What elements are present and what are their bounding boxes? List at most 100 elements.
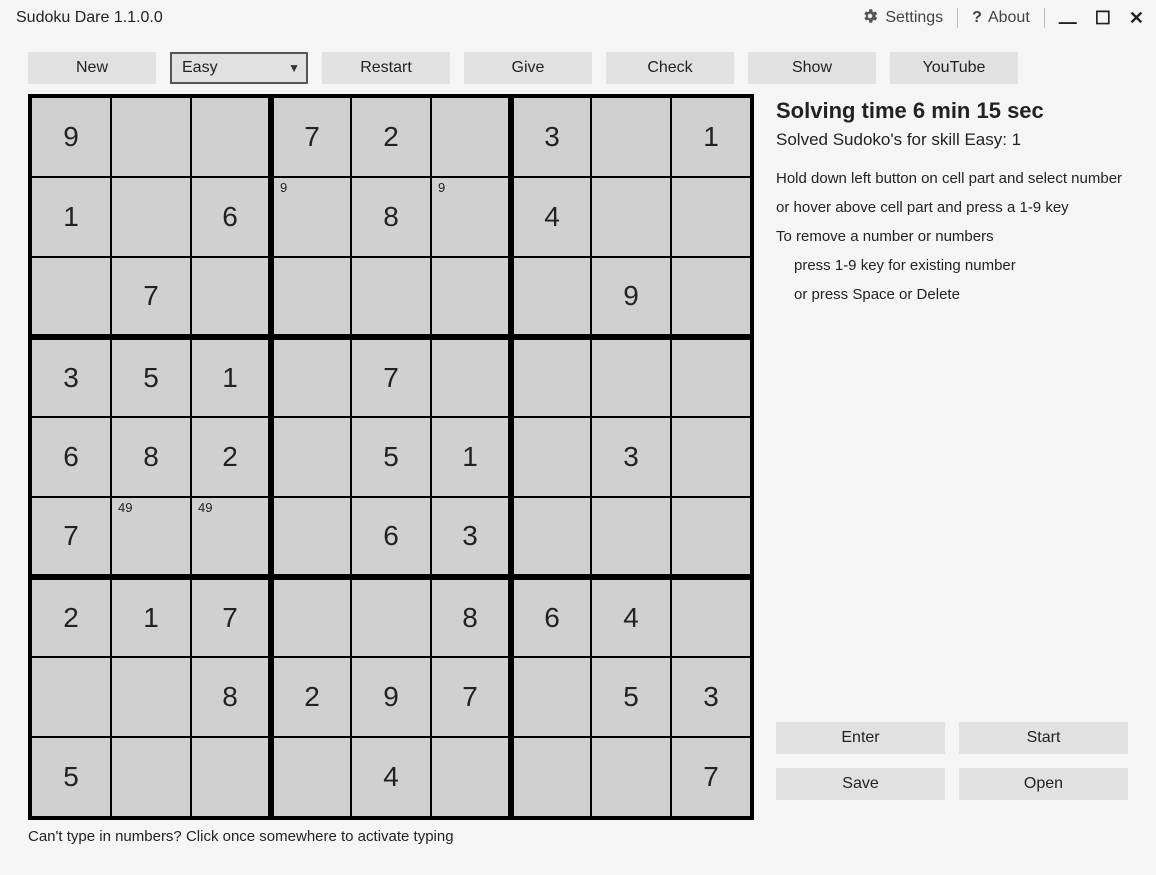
sudoku-cell[interactable]: [351, 257, 431, 337]
sudoku-cell[interactable]: 9: [591, 257, 671, 337]
sudoku-cell[interactable]: [271, 337, 351, 417]
sudoku-cell[interactable]: [671, 577, 751, 657]
maximize-icon[interactable]: ☐: [1095, 8, 1111, 29]
sudoku-cell[interactable]: [671, 417, 751, 497]
sudoku-cell[interactable]: 7: [31, 497, 111, 577]
sudoku-cell[interactable]: [431, 97, 511, 177]
sudoku-cell[interactable]: 7: [271, 97, 351, 177]
check-button[interactable]: Check: [606, 52, 734, 84]
sudoku-cell[interactable]: [111, 737, 191, 817]
sudoku-cell[interactable]: [511, 417, 591, 497]
difficulty-combo[interactable]: Easy ▼: [170, 52, 308, 84]
sudoku-cell[interactable]: 9: [271, 177, 351, 257]
sudoku-cell[interactable]: [431, 257, 511, 337]
action-buttons: Enter Start Save Open: [776, 722, 1128, 820]
sudoku-cell[interactable]: [511, 657, 591, 737]
sudoku-cell[interactable]: 5: [111, 337, 191, 417]
sudoku-cell[interactable]: [511, 337, 591, 417]
sudoku-cell[interactable]: 9: [31, 97, 111, 177]
sudoku-cell[interactable]: [111, 177, 191, 257]
sudoku-cell[interactable]: 6: [31, 417, 111, 497]
sudoku-cell[interactable]: 7: [111, 257, 191, 337]
sudoku-cell[interactable]: 3: [431, 497, 511, 577]
sudoku-cell[interactable]: [431, 337, 511, 417]
sudoku-cell[interactable]: 8: [351, 177, 431, 257]
sudoku-cell[interactable]: [31, 257, 111, 337]
sudoku-cell[interactable]: 5: [351, 417, 431, 497]
sudoku-cell[interactable]: [591, 337, 671, 417]
sudoku-cell[interactable]: [271, 497, 351, 577]
sudoku-cell[interactable]: 3: [511, 97, 591, 177]
sudoku-cell[interactable]: 3: [591, 417, 671, 497]
sudoku-cell[interactable]: [111, 657, 191, 737]
sudoku-cell[interactable]: 6: [511, 577, 591, 657]
sudoku-cell[interactable]: [271, 577, 351, 657]
sudoku-cell[interactable]: 49: [111, 497, 191, 577]
sudoku-cell[interactable]: 4: [591, 577, 671, 657]
sudoku-cell[interactable]: [271, 417, 351, 497]
sudoku-cell[interactable]: 4: [511, 177, 591, 257]
sudoku-cell[interactable]: 3: [31, 337, 111, 417]
sudoku-cell[interactable]: 8: [431, 577, 511, 657]
start-button[interactable]: Start: [959, 722, 1128, 754]
sudoku-cell[interactable]: [591, 497, 671, 577]
sudoku-cell[interactable]: 1: [31, 177, 111, 257]
sudoku-cell[interactable]: [191, 737, 271, 817]
sudoku-cell[interactable]: 6: [351, 497, 431, 577]
close-icon[interactable]: ✕: [1129, 8, 1144, 29]
sudoku-cell[interactable]: 1: [191, 337, 271, 417]
sudoku-cell[interactable]: 2: [31, 577, 111, 657]
sudoku-cell[interactable]: [671, 257, 751, 337]
sudoku-cell[interactable]: [591, 97, 671, 177]
sudoku-cell[interactable]: [671, 177, 751, 257]
open-button[interactable]: Open: [959, 768, 1128, 800]
solving-time: Solving time 6 min 15 sec: [776, 98, 1128, 124]
sudoku-cell[interactable]: [191, 97, 271, 177]
minimize-icon[interactable]: —: [1059, 12, 1077, 33]
sudoku-cell[interactable]: 3: [671, 657, 751, 737]
sudoku-cell[interactable]: [271, 257, 351, 337]
sudoku-cell[interactable]: [671, 497, 751, 577]
sudoku-cell[interactable]: [511, 497, 591, 577]
sudoku-cell[interactable]: 9: [351, 657, 431, 737]
sudoku-cell[interactable]: [511, 737, 591, 817]
give-button[interactable]: Give: [464, 52, 592, 84]
sudoku-cell[interactable]: 4: [351, 737, 431, 817]
new-button[interactable]: New: [28, 52, 156, 84]
youtube-button[interactable]: YouTube: [890, 52, 1018, 84]
sudoku-cell[interactable]: [31, 657, 111, 737]
sudoku-cell[interactable]: [271, 737, 351, 817]
save-button[interactable]: Save: [776, 768, 945, 800]
sudoku-cell[interactable]: 2: [191, 417, 271, 497]
sudoku-cell[interactable]: [591, 737, 671, 817]
sudoku-cell[interactable]: 7: [671, 737, 751, 817]
sudoku-cell[interactable]: 1: [431, 417, 511, 497]
enter-button[interactable]: Enter: [776, 722, 945, 754]
sudoku-cell[interactable]: [671, 337, 751, 417]
sudoku-cell[interactable]: 8: [191, 657, 271, 737]
sudoku-cell[interactable]: 49: [191, 497, 271, 577]
sudoku-cell[interactable]: 7: [351, 337, 431, 417]
sudoku-cell[interactable]: [111, 97, 191, 177]
restart-button[interactable]: Restart: [322, 52, 450, 84]
sudoku-cell[interactable]: 1: [111, 577, 191, 657]
sudoku-cell[interactable]: 5: [31, 737, 111, 817]
sudoku-cell[interactable]: 7: [431, 657, 511, 737]
sudoku-cell[interactable]: 1: [671, 97, 751, 177]
sudoku-cell[interactable]: 9: [431, 177, 511, 257]
show-button[interactable]: Show: [748, 52, 876, 84]
sudoku-cell[interactable]: 2: [271, 657, 351, 737]
settings-button[interactable]: Settings: [853, 3, 951, 34]
cell-notes: 9: [280, 180, 287, 195]
sudoku-cell[interactable]: [351, 577, 431, 657]
sudoku-cell[interactable]: [511, 257, 591, 337]
about-button[interactable]: ? About: [964, 5, 1038, 31]
sudoku-cell[interactable]: 6: [191, 177, 271, 257]
sudoku-cell[interactable]: 2: [351, 97, 431, 177]
sudoku-cell[interactable]: 5: [591, 657, 671, 737]
sudoku-cell[interactable]: [431, 737, 511, 817]
sudoku-cell[interactable]: 8: [111, 417, 191, 497]
sudoku-cell[interactable]: [591, 177, 671, 257]
sudoku-cell[interactable]: 7: [191, 577, 271, 657]
sudoku-cell[interactable]: [191, 257, 271, 337]
